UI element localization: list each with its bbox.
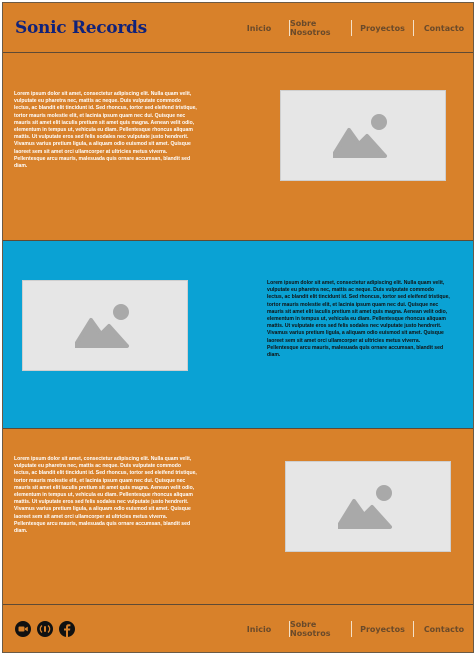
content-section-1: Lorem ipsum dolor sit amet, consectetur … xyxy=(3,53,473,241)
image-placeholder-icon xyxy=(75,303,129,348)
podcast-icon[interactable] xyxy=(37,621,53,637)
image-placeholder-icon xyxy=(338,484,392,529)
section-text: Lorem ipsum dolor sit amet, consectetur … xyxy=(14,91,197,170)
content-section-2: Lorem ipsum dolor sit amet, consectetur … xyxy=(3,241,473,429)
section-text: Lorem ipsum dolor sit amet, consectetur … xyxy=(267,280,450,359)
header-nav: Inicio Sobre Nosotros Proyectos Contacto xyxy=(229,3,474,53)
section-image xyxy=(280,90,446,181)
brand-logo[interactable]: Sonic Records xyxy=(15,18,147,38)
nav-link-proyectos[interactable]: Proyectos xyxy=(352,20,413,36)
content-section-3: Lorem ipsum dolor sit amet, consectetur … xyxy=(3,429,473,604)
footer-link-contacto[interactable]: Contacto xyxy=(414,621,474,637)
site-footer: Inicio Sobre Nosotros Proyectos Contacto xyxy=(3,604,473,652)
image-placeholder-icon xyxy=(333,113,387,158)
footer-link-sobre-nosotros[interactable]: Sobre Nosotros xyxy=(290,620,351,638)
site-header: Sonic Records Inicio Sobre Nosotros Proy… xyxy=(3,3,473,53)
footer-link-inicio[interactable]: Inicio xyxy=(229,621,289,637)
footer-nav: Inicio Sobre Nosotros Proyectos Contacto xyxy=(229,605,474,653)
nav-link-inicio[interactable]: Inicio xyxy=(229,20,289,36)
section-image xyxy=(285,461,451,552)
page: Sonic Records Inicio Sobre Nosotros Proy… xyxy=(2,2,474,653)
section-image xyxy=(22,280,188,371)
section-text: Lorem ipsum dolor sit amet, consectetur … xyxy=(14,456,197,535)
footer-link-proyectos[interactable]: Proyectos xyxy=(352,621,413,637)
nav-link-sobre-nosotros[interactable]: Sobre Nosotros xyxy=(290,19,351,37)
facebook-icon[interactable] xyxy=(59,621,75,637)
nav-link-contacto[interactable]: Contacto xyxy=(414,20,474,36)
video-camera-icon[interactable] xyxy=(15,621,31,637)
